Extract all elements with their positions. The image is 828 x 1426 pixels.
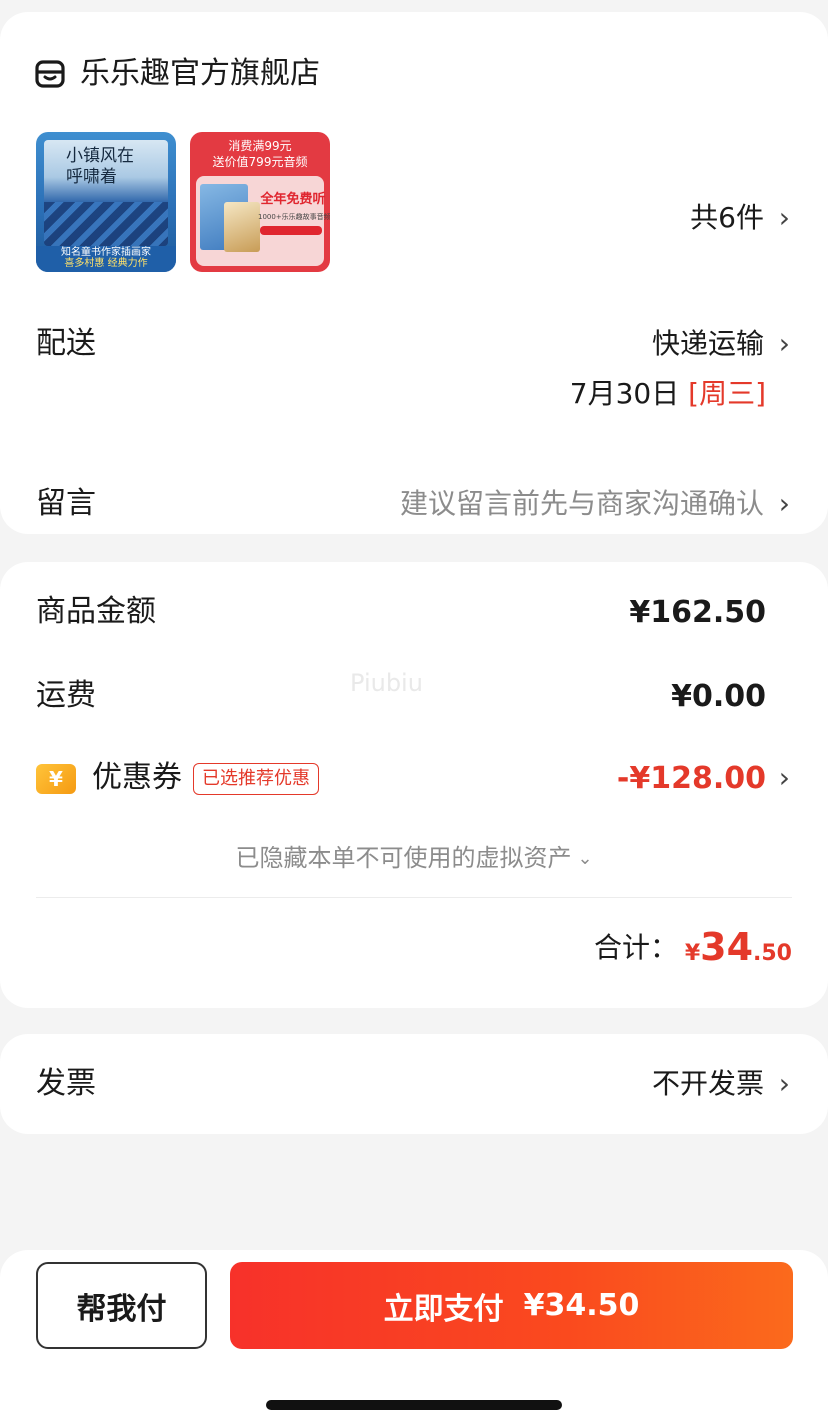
watermark: Piubiu bbox=[350, 669, 423, 697]
product-thumbnail-promo[interactable]: 消费满99元 送价值799元音频 全年免费听 1000+乐乐趣故事音频 bbox=[190, 132, 330, 272]
item-count[interactable]: 共6件 bbox=[690, 198, 764, 238]
hidden-assets-text: 已隐藏本单不可使用的虚拟资产 bbox=[235, 844, 572, 872]
pay-now-label: 立即支付 bbox=[383, 1291, 504, 1327]
chevron-right-icon[interactable]: › bbox=[779, 484, 790, 524]
total-integer: 34 bbox=[700, 925, 754, 969]
delivery-weekday: [周三] bbox=[688, 377, 766, 410]
subtotal-label: 商品金额 bbox=[36, 594, 156, 629]
store-name[interactable]: 乐乐趣官方旗舰店 bbox=[80, 52, 320, 96]
chevron-right-icon[interactable]: › bbox=[779, 1064, 790, 1104]
home-indicator bbox=[266, 1400, 562, 1410]
coupon-icon: ¥ bbox=[36, 764, 76, 794]
chevron-down-icon: ⌄ bbox=[577, 848, 593, 869]
shipping-value: ¥0.00 bbox=[671, 679, 766, 714]
chevron-right-icon[interactable]: › bbox=[779, 198, 790, 238]
message-label: 留言 bbox=[36, 486, 96, 521]
invoice-card[interactable]: 发票 不开发票 › bbox=[0, 1034, 828, 1134]
book-title: 小镇风在呼啸着 bbox=[66, 146, 134, 187]
total-label: 合计： bbox=[593, 931, 678, 964]
coupon-badge: 已选推荐优惠 bbox=[193, 763, 319, 795]
promo-book-2 bbox=[224, 202, 260, 252]
divider bbox=[36, 897, 792, 898]
bottom-action-bar: 帮我付 立即支付 ¥34.50 bbox=[0, 1250, 828, 1426]
delivery-method[interactable]: 快递运输 bbox=[652, 324, 764, 364]
shipping-label: 运费 bbox=[36, 678, 96, 713]
promo-sub-text: 1000+乐乐趣故事音频 bbox=[258, 213, 330, 221]
message-input[interactable]: 建议留言前先与商家沟通确认 bbox=[400, 484, 764, 524]
promo-free-text: 全年免费听 bbox=[260, 192, 326, 207]
invoice-value[interactable]: 不开发票 bbox=[652, 1064, 764, 1104]
pay-now-amount: ¥34.50 bbox=[523, 1288, 640, 1323]
promo-line-1: 消费满99元 bbox=[228, 139, 292, 153]
store-icon bbox=[35, 60, 65, 88]
total-decimal: .50 bbox=[753, 941, 792, 966]
subtotal-value: ¥162.50 bbox=[629, 595, 766, 630]
promo-line-2: 送价值799元音频 bbox=[212, 155, 308, 169]
promo-stripe bbox=[260, 226, 322, 235]
help-pay-button[interactable]: 帮我付 bbox=[36, 1262, 207, 1349]
order-card: 乐乐趣官方旗舰店 小镇风在呼啸着 知名童书作家插画家 喜多村惠 经典力作 消费满… bbox=[0, 12, 828, 534]
total-currency: ¥ bbox=[684, 941, 701, 966]
product-thumbnail-book[interactable]: 小镇风在呼啸着 知名童书作家插画家 喜多村惠 经典力作 bbox=[36, 132, 176, 272]
delivery-date: 7月30日 [周三] bbox=[570, 374, 766, 414]
invoice-label: 发票 bbox=[36, 1066, 96, 1101]
coupon-label: 优惠券 bbox=[92, 760, 182, 795]
total-value: ¥34.50 bbox=[685, 922, 792, 980]
pay-now-button[interactable]: 立即支付 ¥34.50 bbox=[230, 1262, 793, 1349]
chevron-right-icon[interactable]: › bbox=[779, 758, 790, 798]
price-summary-card: 商品金额 ¥162.50 Piubiu 运费 ¥0.00 ¥ 优惠券 已选推荐优… bbox=[0, 562, 828, 1008]
delivery-date-text: 7月30日 bbox=[569, 377, 680, 410]
hidden-assets-toggle[interactable]: 已隐藏本单不可使用的虚拟资产 ⌄ bbox=[0, 840, 828, 879]
delivery-label: 配送 bbox=[36, 326, 96, 361]
book-caption-2: 喜多村惠 经典力作 bbox=[64, 258, 148, 269]
chevron-right-icon[interactable]: › bbox=[779, 324, 790, 364]
coupon-value[interactable]: -¥128.00 bbox=[617, 758, 766, 800]
book-cover-waves bbox=[44, 202, 168, 246]
